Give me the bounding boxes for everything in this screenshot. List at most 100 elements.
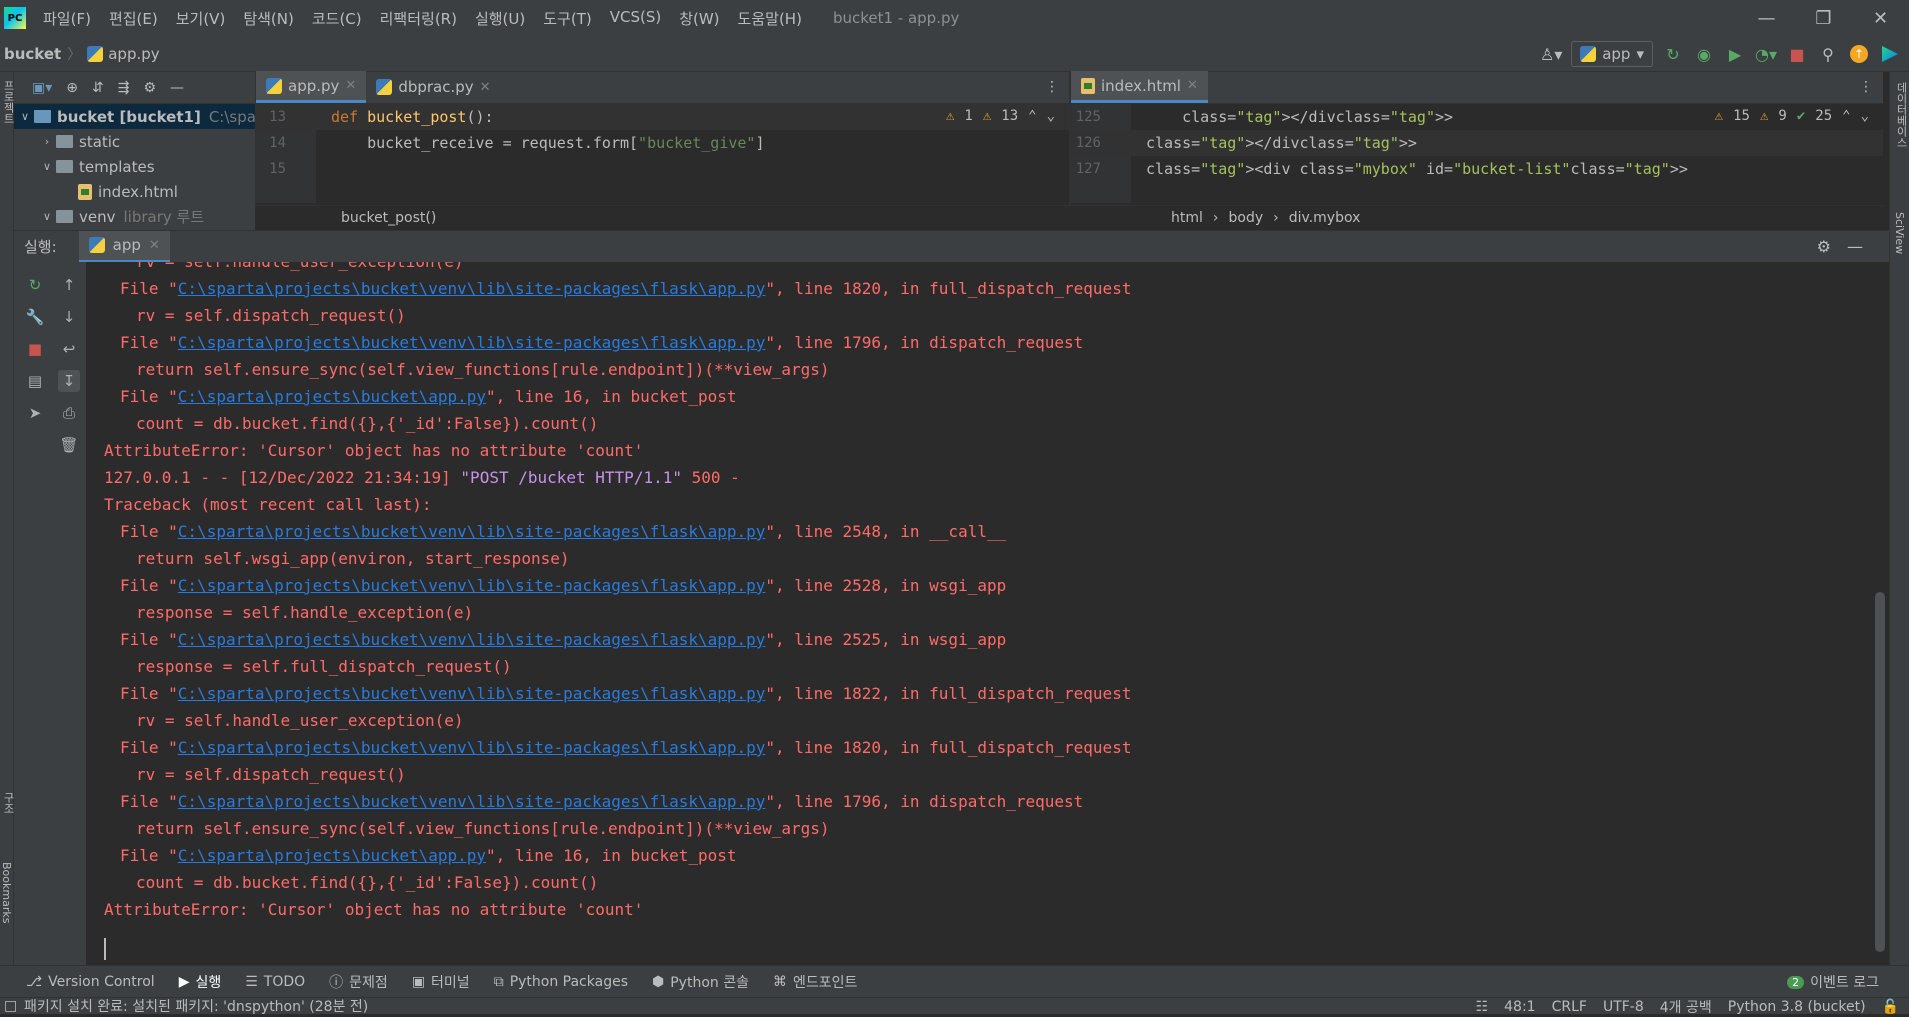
menu-item[interactable]: 도구(T) <box>534 8 600 29</box>
jetbrains-toolbox-icon[interactable] <box>1879 43 1901 65</box>
tree-item[interactable]: ∨ venv library 루트 <box>14 204 255 229</box>
rerun-icon[interactable]: ↻ <box>24 274 46 296</box>
sciview-tool-label[interactable]: SciView <box>1893 212 1906 254</box>
scrollbar-thumb[interactable] <box>1875 592 1885 952</box>
project-view-icon[interactable]: ▣▾ <box>32 80 52 96</box>
close-window-button[interactable]: ✕ <box>1852 0 1909 36</box>
collapse-all-icon[interactable]: ⇶ <box>118 80 130 96</box>
arrow-up-icon[interactable]: ↑ <box>58 274 80 296</box>
coverage-icon[interactable]: ▶ <box>1724 43 1746 65</box>
locate-icon[interactable]: ⊕ <box>66 80 78 96</box>
chevron-down-icon[interactable]: ⌄ <box>1047 108 1055 124</box>
menu-item[interactable]: 코드(C) <box>303 8 371 29</box>
chevron-up-icon[interactable]: ⌃ <box>1842 108 1850 124</box>
console-output[interactable]: rv = self.handle_user_exception(e) File "… <box>86 262 1871 965</box>
tree-item[interactable]: index.html <box>14 179 255 204</box>
tool-window-button[interactable]: ▶ 실행 <box>179 972 222 992</box>
database-tool-label[interactable]: 데이터베이스 <box>1893 82 1909 148</box>
hide-icon[interactable]: — <box>1847 237 1863 256</box>
stop-icon[interactable]: ■ <box>24 338 46 360</box>
restore-button[interactable]: ❐ <box>1795 0 1852 36</box>
tree-item[interactable]: ∨ templates <box>14 154 255 179</box>
expand-all-icon[interactable]: ⇵ <box>92 80 104 96</box>
menu-item[interactable]: 탐색(N) <box>234 8 303 29</box>
status-message[interactable]: 패키지 설치 완료: 설치된 패키지: 'dnspython' (28분 전) <box>24 996 368 1016</box>
tree-item[interactable]: ∨ bucket [bucket1] C:\sparta <box>14 104 255 129</box>
menu-item[interactable]: 편집(E) <box>100 8 167 29</box>
chevron-down-icon[interactable]: ⌄ <box>1861 108 1869 124</box>
run-configuration-select[interactable]: app ▾ <box>1571 41 1653 67</box>
tree-item[interactable]: › static <box>14 129 255 154</box>
breadcrumb-item[interactable]: div.mybox <box>1289 210 1361 226</box>
menu-item[interactable]: 실행(U) <box>466 8 534 29</box>
soft-wrap-icon[interactable]: ↩ <box>58 338 80 360</box>
more-tabs-icon[interactable]: ⋮ <box>1045 79 1059 95</box>
python-interpreter[interactable]: Python 3.8 (bucket) <box>1728 999 1866 1015</box>
code-area-right[interactable]: 125 class="tag"></divclass="tag">> 126 cla… <box>1071 104 1883 203</box>
lock-icon[interactable]: 🔓 <box>1882 999 1899 1015</box>
caret-position[interactable]: 48:1 <box>1504 999 1535 1015</box>
file-link[interactable]: C:\sparta\projects\bucket\venv\lib\site-… <box>178 522 766 541</box>
close-icon[interactable]: ✕ <box>1187 78 1198 93</box>
file-link[interactable]: C:\sparta\projects\bucket\venv\lib\site-… <box>178 279 766 298</box>
vcs-icon[interactable]: ☷ <box>1476 999 1489 1015</box>
gear-icon[interactable]: ⚙ <box>143 80 156 96</box>
breadcrumb-function[interactable]: bucket_post() <box>341 210 436 226</box>
more-tabs-icon[interactable]: ⋮ <box>1859 79 1873 95</box>
breadcrumb-project[interactable]: bucket <box>4 45 61 63</box>
file-link[interactable]: C:\sparta\projects\bucket\venv\lib\site-… <box>178 684 766 703</box>
menu-item[interactable]: 창(W) <box>670 8 728 29</box>
menu-item[interactable]: 도움말(H) <box>729 8 811 29</box>
editor-tab[interactable]: index.html ✕ <box>1071 71 1208 103</box>
panel-toggle-icon[interactable]: □ <box>4 998 17 1014</box>
tool-window-button[interactable]: ⌘ 엔드포인트 <box>773 972 857 992</box>
tool-window-button[interactable]: ⧉ Python Packages <box>494 972 628 992</box>
tool-window-button[interactable]: ▣ 터미널 <box>412 972 470 992</box>
run-tab-app[interactable]: app ✕ <box>78 230 170 263</box>
chevron-up-icon[interactable]: ⌃ <box>1028 108 1036 124</box>
menu-item[interactable]: VCS(S) <box>601 8 670 29</box>
menu-item[interactable]: 리팩터링(R) <box>371 8 466 29</box>
file-link[interactable]: C:\sparta\projects\bucket\app.py <box>178 387 486 406</box>
trash-icon[interactable]: 🗑 <box>58 434 80 456</box>
scroll-to-end-icon[interactable]: ↧ <box>58 370 80 392</box>
arrow-down-icon[interactable]: ↓ <box>58 306 80 328</box>
file-link[interactable]: C:\sparta\projects\bucket\app.py <box>178 846 486 865</box>
close-icon[interactable]: ✕ <box>480 80 491 95</box>
file-encoding[interactable]: UTF-8 <box>1603 999 1644 1015</box>
tool-window-button[interactable]: ⓘ 문제점 <box>329 972 388 992</box>
file-link[interactable]: C:\sparta\projects\bucket\venv\lib\site-… <box>178 333 766 352</box>
debug-bug-icon[interactable]: ◉ <box>1693 43 1715 65</box>
tool-window-button[interactable]: ☰ TODO <box>245 972 305 992</box>
line-separator[interactable]: CRLF <box>1552 999 1587 1015</box>
hide-icon[interactable]: — <box>170 80 184 96</box>
tool-window-button[interactable]: ⬢ Python 콘솔 <box>652 972 749 992</box>
bookmarks-tool-label[interactable]: Bookmarks <box>0 862 13 923</box>
breadcrumb-item[interactable]: html <box>1171 210 1203 226</box>
menu-item[interactable]: 파일(F) <box>34 8 100 29</box>
user-icon[interactable]: ♙▾ <box>1540 43 1562 65</box>
gear-icon[interactable]: ⚙ <box>1817 237 1831 256</box>
tool-window-button[interactable]: ⎇ Version Control <box>26 972 155 992</box>
editor-tab[interactable]: app.py ✕ <box>256 71 367 103</box>
wrench-icon[interactable]: 🔧 <box>24 306 46 328</box>
inspection-widget[interactable]: ⚠ 1 ⚠ 13 ⌃ ⌄ <box>946 108 1055 124</box>
inspection-widget[interactable]: ⚠ 15 ⚠ 9 ✔ 25 ⌃ ⌄ <box>1715 108 1869 124</box>
close-icon[interactable]: ✕ <box>345 78 356 93</box>
file-link[interactable]: C:\sparta\projects\bucket\venv\lib\site-… <box>178 738 766 757</box>
file-link[interactable]: C:\sparta\projects\bucket\venv\lib\site-… <box>178 792 766 811</box>
update-icon[interactable]: ↑ <box>1848 43 1870 65</box>
breadcrumb-item[interactable]: body <box>1229 210 1264 226</box>
close-icon[interactable]: ✕ <box>149 238 160 253</box>
file-link[interactable]: C:\sparta\projects\bucket\venv\lib\site-… <box>178 630 766 649</box>
stop-icon[interactable]: ■ <box>1786 43 1808 65</box>
print-icon[interactable]: ⎙ <box>58 402 80 424</box>
code-area-left[interactable]: 13 def bucket_post(): 14 bucket_receive = … <box>256 104 1069 203</box>
console-scrollbar[interactable] <box>1871 262 1889 965</box>
breadcrumb-file[interactable]: app.py <box>108 45 159 63</box>
file-link[interactable]: C:\sparta\projects\bucket\venv\lib\site-… <box>178 576 766 595</box>
layout-icon[interactable]: ▤ <box>24 370 46 392</box>
profile-icon[interactable]: ◔▾ <box>1755 43 1777 65</box>
editor-tab[interactable]: dbprac.py ✕ <box>366 71 500 103</box>
rerun-icon[interactable]: ↻ <box>1662 43 1684 65</box>
